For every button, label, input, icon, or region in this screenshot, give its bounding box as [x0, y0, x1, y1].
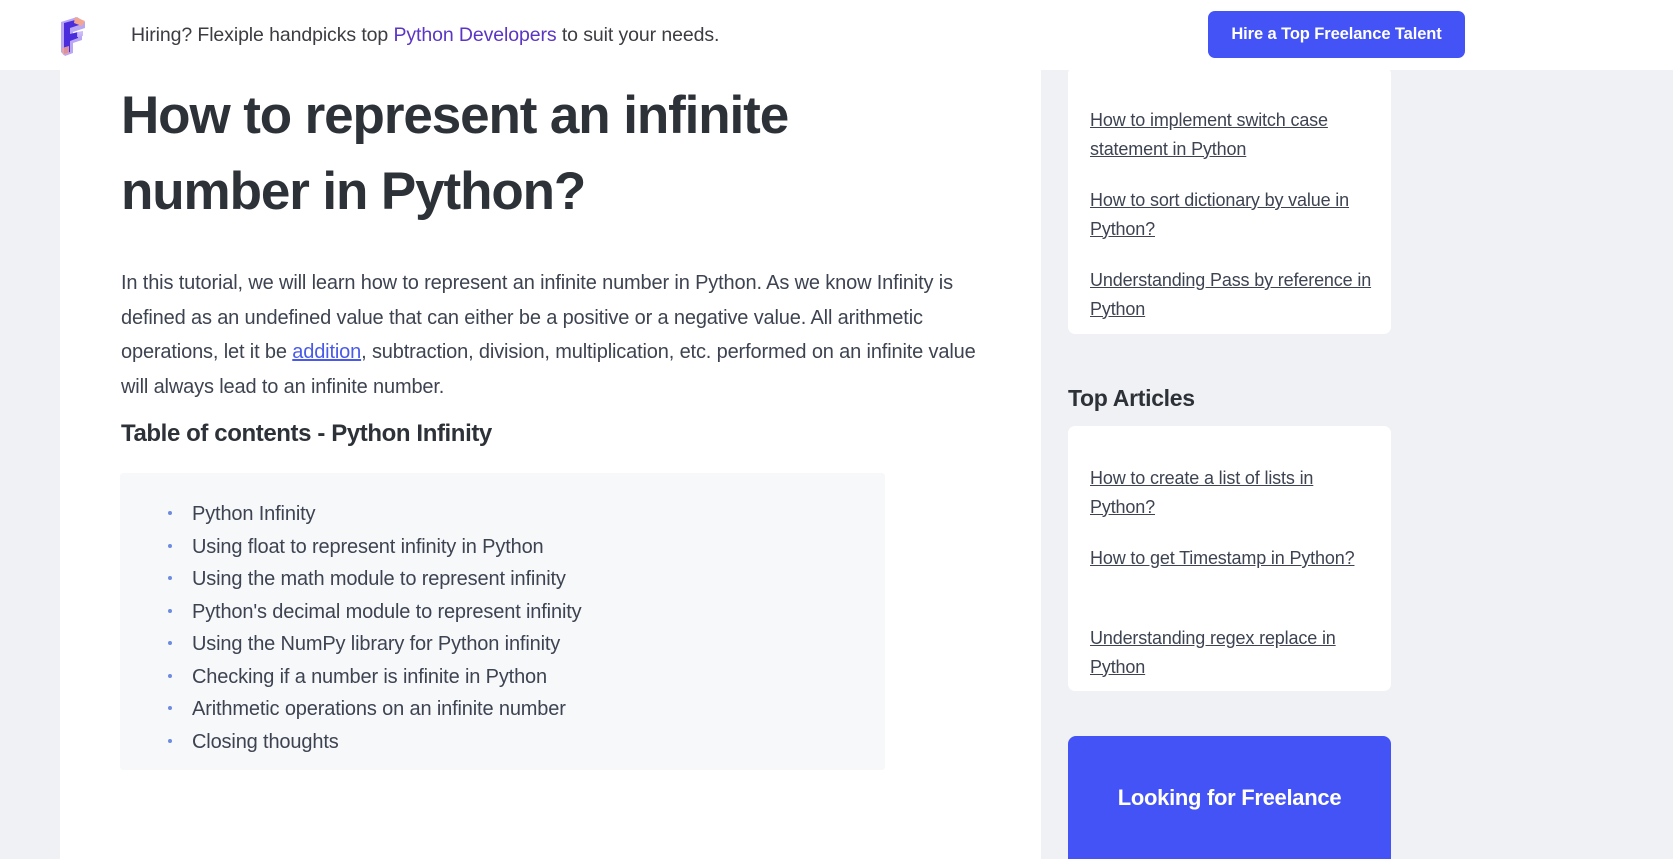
sidebar-article-link[interactable]: How to implement switch case statement i… [1090, 106, 1372, 163]
toc-item-label: Using float to represent infinity in Pyt… [192, 535, 544, 558]
toc-item[interactable]: Checking if a number is infinite in Pyth… [168, 661, 582, 694]
banner-headline: Hiring? Flexiple handpicks top Python De… [131, 22, 719, 48]
toc-item-label: Using the NumPy library for Python infin… [192, 633, 561, 655]
right-sidebar: How to implement switch case statement i… [1041, 67, 1673, 859]
toc-item[interactable]: Python Infinity [168, 498, 582, 531]
bullet-icon [168, 608, 172, 613]
banner-highlight-link[interactable]: Python Developers [393, 24, 556, 46]
toc-item[interactable]: Using the NumPy library for Python infin… [168, 628, 582, 661]
toc-box: Python Infinity Using float to represent… [120, 473, 885, 770]
addition-link[interactable]: addition [292, 341, 361, 363]
banner-text-before: Hiring? Flexiple handpicks top [131, 24, 394, 46]
bullet-icon [168, 543, 172, 548]
toc-list: Python Infinity Using float to represent… [168, 498, 582, 759]
bullet-icon [168, 641, 172, 645]
toc-item[interactable]: Arithmetic operations on an infinite num… [168, 693, 582, 726]
page-title: How to represent an infinite number in P… [121, 86, 789, 221]
top-articles-card: How to create a list of lists in Python?… [1068, 426, 1391, 691]
toc-item[interactable]: Closing thoughts [168, 726, 582, 759]
hire-talent-button[interactable]: Hire a Top Freelance Talent [1208, 11, 1465, 58]
toc-item-label: Checking if a number is infinite in Pyth… [192, 665, 547, 688]
recent-articles-card: How to implement switch case statement i… [1068, 67, 1391, 334]
toc-item-label: Closing thoughts [192, 730, 339, 753]
toc-item-label: Python's decimal module to represent inf… [192, 600, 582, 623]
toc-item[interactable]: Using the math module to represent infin… [168, 563, 582, 596]
sidebar-article-link[interactable]: Understanding regex replace in Python [1090, 624, 1372, 681]
page-root: Hiring? Flexiple handpicks top Python De… [0, 0, 1673, 859]
toc-heading: Table of contents - Python Infinity [121, 420, 492, 447]
toc-item-label: Python Infinity [192, 503, 316, 525]
top-banner: Hiring? Flexiple handpicks top Python De… [0, 0, 1673, 70]
toc-item[interactable]: Using float to represent infinity in Pyt… [168, 531, 582, 564]
top-articles-heading: Top Articles [1068, 385, 1195, 411]
toc-item[interactable]: Python's decimal module to represent inf… [168, 596, 582, 629]
sidebar-article-link[interactable]: How to create a list of lists in Python? [1090, 464, 1372, 521]
bullet-icon [168, 738, 172, 743]
bullet-icon [168, 706, 172, 710]
sidebar-article-link[interactable]: How to sort dictionary by value in Pytho… [1090, 186, 1372, 243]
toc-item-label: Arithmetic operations on an infinite num… [192, 698, 566, 720]
article-column: How to represent an infinite number in P… [60, 70, 1041, 859]
flexiple-logo-icon[interactable] [52, 14, 92, 58]
promo-title: Looking for Freelance [1117, 785, 1342, 810]
toc-item-label: Using the math module to represent infin… [192, 568, 566, 590]
banner-text-after: to suit your needs. [556, 24, 720, 46]
sidebar-article-link[interactable]: Understanding Pass by reference in Pytho… [1090, 266, 1372, 323]
bullet-icon [168, 673, 172, 678]
bullet-icon [168, 576, 172, 580]
sidebar-article-link[interactable]: How to get Timestamp in Python? [1090, 544, 1372, 573]
bullet-icon [168, 511, 172, 515]
article-intro-paragraph: In this tutorial, we will learn how to r… [121, 266, 981, 404]
freelance-promo-card[interactable]: Looking for Freelance [1068, 736, 1391, 859]
